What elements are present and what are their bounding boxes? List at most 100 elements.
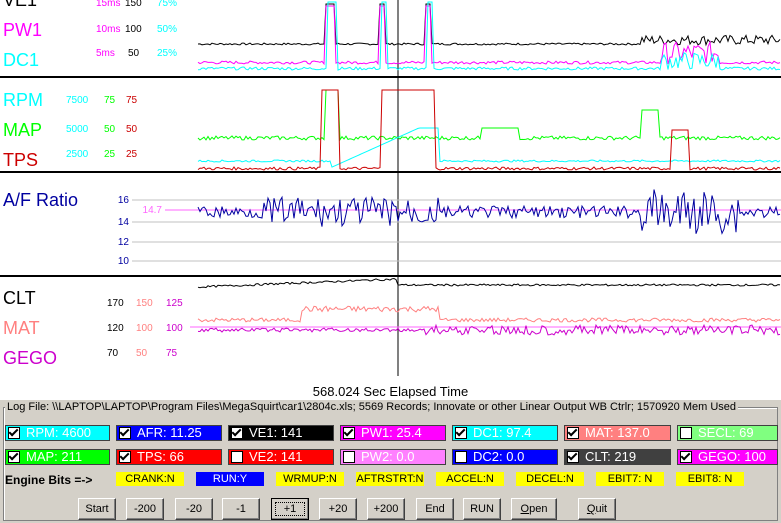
channel-gego-toggle[interactable]: GEGO: 100 (677, 449, 778, 465)
step-back-200-button[interactable]: -200 (126, 498, 164, 520)
channel-pw1-toggle[interactable]: PW1: 25.4 (340, 425, 446, 441)
step-back-20-button[interactable]: -20 (175, 498, 213, 520)
panel1-scale-ve-150: 150 (125, 0, 142, 9)
panel2-scale-tps-1: 50 (126, 124, 138, 135)
checkbox[interactable] (119, 427, 131, 439)
channel-clt-toggle[interactable]: CLT: 219 (564, 449, 671, 465)
channel-dc2-toggle[interactable]: DC2: 0.0 (452, 449, 558, 465)
panel1-scale-dc-50: 50% (157, 24, 177, 35)
panel3-name-afr: A/F Ratio (3, 190, 78, 210)
panel1-name-pw1: PW1 (3, 20, 42, 40)
channel-label: RPM: 4600 (26, 425, 92, 440)
panel3-tick-12: 12 (118, 237, 130, 248)
trace-tps (197, 89, 781, 171)
channel-mat-toggle[interactable]: MAT: 137.0 (564, 425, 671, 441)
channel-afr-toggle[interactable]: AFR: 11.25 (116, 425, 222, 441)
channel-dc1-toggle[interactable]: DC1: 97.4 (452, 425, 558, 441)
trace-plot-area[interactable]: VE1 PW1 DC1 15ms 10ms 5ms 150 100 50 75% 50% 25% RPM… (0, 0, 781, 382)
checkbox[interactable] (567, 427, 579, 439)
engine-bit-ebit7: EBIT7: N (596, 472, 664, 486)
engine-bit-aftrstrt: AFTRSTRT:N (356, 472, 424, 486)
channel-ve2-toggle[interactable]: VE2: 141 (228, 449, 334, 465)
checkbox[interactable] (680, 427, 692, 439)
panel2-scale-rpm-0: 7500 (66, 95, 89, 106)
elapsed-time: 568.024 Sec Elapsed Time (0, 384, 781, 400)
engine-bit-run: RUN:Y (196, 472, 264, 486)
channel-label: GEGO: 100 (698, 449, 766, 464)
panel1-name-ve1: VE1 (3, 0, 37, 10)
panel4-scale-gego-0: 125 (166, 298, 183, 309)
channel-pw2-toggle[interactable]: PW2: 0.0 (340, 449, 446, 465)
panel4-scale-gego-1: 100 (166, 323, 183, 334)
trace-clt (197, 277, 781, 289)
checkbox[interactable] (455, 427, 467, 439)
panel1-scale-dc-25: 25% (157, 48, 177, 59)
panel4-scale-mat-2: 50 (136, 348, 148, 359)
channel-tps-toggle[interactable]: TPS: 66 (116, 449, 222, 465)
channel-label: AFR: 11.25 (137, 425, 202, 440)
engine-bit-crank: CRANK:N (116, 472, 184, 486)
trace-rpm (197, 127, 781, 168)
panel2-scale-map-2: 25 (104, 149, 116, 160)
channel-label: TPS: 66 (137, 449, 184, 464)
checkbox[interactable] (455, 451, 467, 463)
channel-label: MAT: 137.0 (585, 425, 650, 440)
panel2-name-map: MAP (3, 120, 42, 140)
channel-label: PW2: 0.0 (361, 449, 415, 464)
checkbox[interactable] (231, 427, 243, 439)
panel1-scale-pw-10: 10ms (96, 24, 120, 35)
panel4-name-clt: CLT (3, 288, 36, 308)
panel1-scale-pw-15: 15ms (96, 0, 120, 9)
step-forward-1-button[interactable]: +1 (271, 498, 309, 520)
checkbox[interactable] (8, 427, 20, 439)
panel2-scale-map-1: 50 (104, 124, 116, 135)
checkbox[interactable] (343, 451, 355, 463)
checkbox[interactable] (343, 427, 355, 439)
panel4-scale-clt-2: 70 (107, 348, 119, 359)
channel-secl-toggle[interactable]: SECL: 69 (677, 425, 778, 441)
panel2-scale-rpm-2: 2500 (66, 149, 89, 160)
channel-label: SECL: 69 (698, 425, 754, 440)
engine-bit-ebit8: EBIT8: N (676, 472, 744, 486)
checkbox[interactable] (119, 451, 131, 463)
panel1-scale-dc-75: 75% (157, 0, 177, 9)
run-button[interactable]: RUN (463, 498, 501, 520)
panel4-name-gego: GEGO (3, 348, 57, 368)
trace-dc1 (197, 1, 781, 71)
panel2-scale-map-0: 75 (104, 95, 116, 106)
quit-button[interactable]: Quit (578, 498, 616, 520)
step-back-1-button[interactable]: -1 (222, 498, 260, 520)
panel1-scale-ve-50: 50 (128, 48, 140, 59)
trace-afr (197, 189, 781, 235)
engine-bit-accel: ACCEL:N (436, 472, 504, 486)
checkbox[interactable] (680, 451, 692, 463)
step-forward-200-button[interactable]: +200 (367, 498, 405, 520)
trace-plot[interactable]: VE1 PW1 DC1 15ms 10ms 5ms 150 100 50 75% 50% 25% RPM… (0, 0, 781, 382)
end-button[interactable]: End (416, 498, 454, 520)
trace-ve1 (197, 3, 781, 47)
panel1-name-dc1: DC1 (3, 50, 39, 70)
open-button[interactable]: Open (511, 498, 557, 520)
panel4-scale-gego-2: 75 (166, 348, 178, 359)
engine-bit-wrmup: WRMUP:N (276, 472, 344, 486)
channel-label: MAP: 211 (26, 449, 83, 464)
log-file-info: Log File: \\LAPTOP\LAPTOP\Program Files\… (5, 401, 738, 413)
channel-label: VE1: 141 (249, 425, 303, 440)
panel4-scale-mat-0: 150 (136, 298, 153, 309)
channel-map-toggle[interactable]: MAP: 211 (5, 449, 110, 465)
panel2-name-tps: TPS (3, 150, 38, 170)
step-forward-20-button[interactable]: +20 (319, 498, 357, 520)
channel-ve1-toggle[interactable]: VE1: 141 (228, 425, 334, 441)
channel-label: PW1: 25.4 (361, 425, 422, 440)
panel1-scale-ve-100: 100 (125, 24, 142, 35)
panel3-tick-10: 10 (118, 256, 130, 267)
panel3-tick-14: 14 (118, 217, 130, 228)
start-button[interactable]: Start (78, 498, 116, 520)
panel2-scale-rpm-1: 5000 (66, 124, 89, 135)
checkbox[interactable] (567, 451, 579, 463)
control-panel: Log File: \\LAPTOP\LAPTOP\Program Files\… (0, 400, 781, 523)
checkbox[interactable] (231, 451, 243, 463)
panel1-scale-pw-5: 5ms (96, 48, 115, 59)
checkbox[interactable] (8, 451, 20, 463)
channel-rpm-toggle[interactable]: RPM: 4600 (5, 425, 110, 441)
